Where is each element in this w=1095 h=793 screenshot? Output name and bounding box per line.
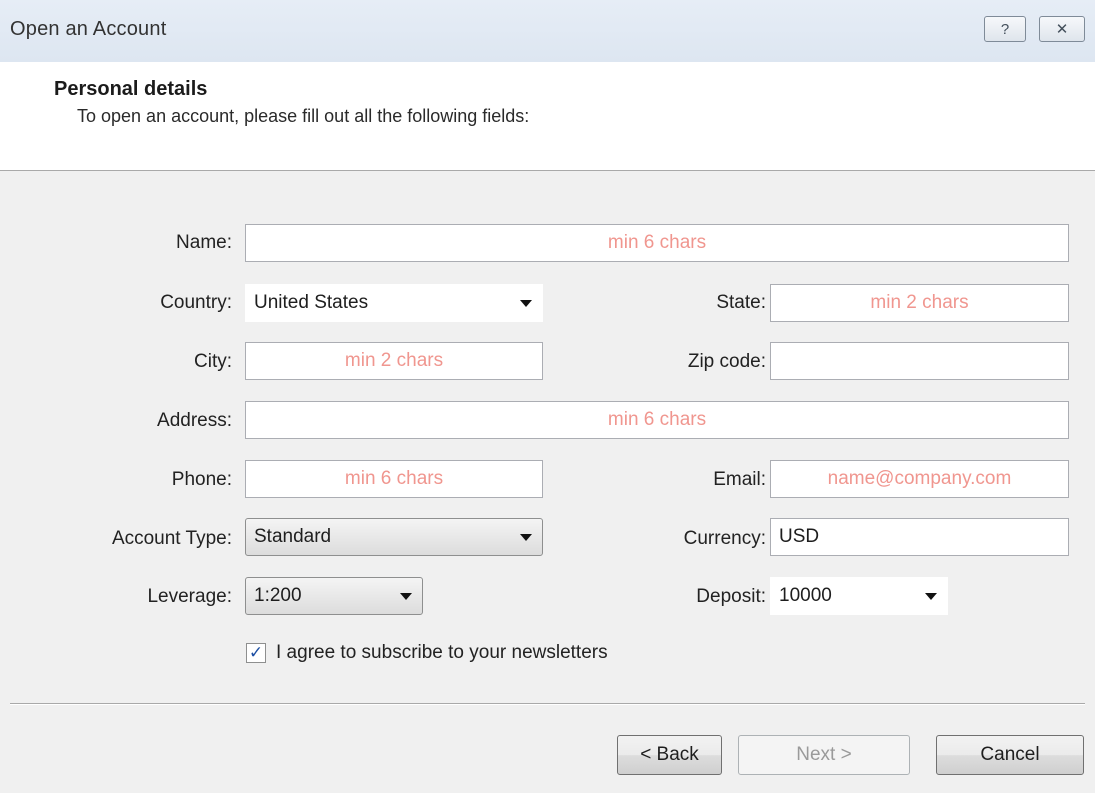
leverage-label: Leverage:	[147, 586, 232, 607]
city-input[interactable]	[245, 342, 543, 380]
country-label: Country:	[160, 292, 232, 313]
back-button[interactable]: < Back	[617, 735, 722, 775]
close-icon: ✕	[1055, 21, 1069, 38]
help-button[interactable]: ?	[984, 16, 1026, 42]
newsletter-checkbox[interactable]: ✓	[246, 643, 266, 663]
wizard-header: Personal details To open an account, ple…	[0, 62, 1095, 171]
email-label: Email:	[713, 469, 766, 490]
account-type-label: Account Type:	[111, 528, 232, 549]
name-label: Name:	[176, 232, 232, 253]
currency-input[interactable]	[770, 518, 1069, 556]
account-type-value: Standard	[254, 526, 332, 547]
next-button[interactable]: Next >	[738, 735, 910, 775]
address-label: Address:	[157, 410, 232, 431]
account-type-select[interactable]: Standard	[245, 518, 543, 556]
state-label: State:	[716, 292, 766, 313]
checkmark-icon: ✓	[248, 643, 264, 662]
window-title: Open an Account	[10, 18, 167, 40]
cancel-button[interactable]: Cancel	[936, 735, 1084, 775]
deposit-select[interactable]: 10000	[770, 577, 948, 615]
chevron-down-icon	[925, 593, 937, 600]
footer-divider	[10, 703, 1085, 705]
country-value: United States	[254, 292, 369, 313]
page-subtitle: To open an account, please fill out all …	[77, 106, 530, 126]
title-bar: Open an Account ? ✕	[0, 0, 1095, 63]
page-title: Personal details	[54, 78, 208, 100]
email-input[interactable]	[770, 460, 1069, 498]
state-input[interactable]	[770, 284, 1069, 322]
chevron-down-icon	[520, 534, 532, 541]
name-input[interactable]	[245, 224, 1069, 262]
city-label: City:	[194, 351, 232, 372]
deposit-value: 10000	[779, 585, 832, 606]
address-input[interactable]	[245, 401, 1069, 439]
zip-input[interactable]	[770, 342, 1069, 380]
chevron-down-icon	[520, 300, 532, 307]
country-select[interactable]: United States	[245, 284, 543, 322]
leverage-select[interactable]: 1:200	[245, 577, 423, 615]
newsletter-label[interactable]: I agree to subscribe to your newsletters	[276, 642, 608, 664]
chevron-down-icon	[400, 593, 412, 600]
close-button[interactable]: ✕	[1039, 16, 1085, 42]
phone-input[interactable]	[245, 460, 543, 498]
leverage-value: 1:200	[254, 585, 302, 606]
currency-label: Currency:	[683, 528, 766, 549]
help-icon: ?	[1000, 20, 1010, 38]
zip-label: Zip code:	[687, 351, 766, 372]
deposit-label: Deposit:	[696, 586, 766, 607]
phone-label: Phone:	[171, 469, 232, 490]
